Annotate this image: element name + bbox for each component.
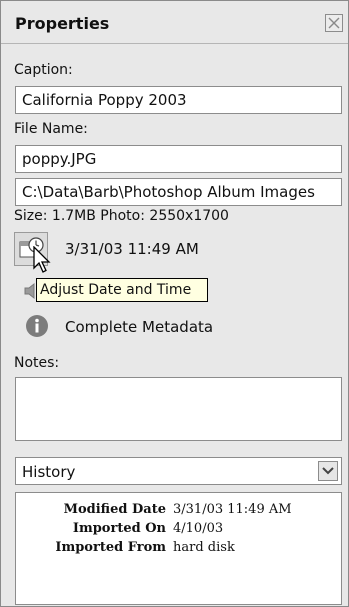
history-key: Imported From xyxy=(55,540,166,555)
history-value: 4/10/03 xyxy=(173,521,224,536)
date-value: 3/31/03 11:49 AM xyxy=(65,240,199,258)
notes-field[interactable] xyxy=(15,377,342,441)
history-dropdown[interactable]: History xyxy=(15,457,342,485)
history-table: Modified Date 3/31/03 11:49 AM Imported … xyxy=(15,492,342,605)
history-dropdown-button[interactable] xyxy=(318,461,338,481)
close-button[interactable] xyxy=(325,14,343,32)
history-key: Modified Date xyxy=(63,502,166,517)
history-key: Imported On xyxy=(72,521,166,536)
properties-panel: Properties Caption: California Poppy 200… xyxy=(0,0,349,607)
history-row: Imported On 4/10/03 xyxy=(16,521,336,541)
history-row: Imported From hard disk xyxy=(16,540,336,560)
caption-field[interactable]: California Poppy 2003 xyxy=(15,86,342,114)
history-row: Modified Date 3/31/03 11:49 AM xyxy=(16,502,336,522)
panel-titlebar: Properties xyxy=(1,1,348,44)
size-info: Size: 1.7MB Photo: 2550x1700 xyxy=(14,208,229,224)
history-dropdown-value: History xyxy=(22,463,76,481)
history-value: 3/31/03 11:49 AM xyxy=(173,502,292,517)
complete-metadata-link[interactable]: Complete Metadata xyxy=(65,318,213,336)
notes-label: Notes: xyxy=(14,355,60,371)
chevron-down-icon xyxy=(322,467,334,475)
file-name-label: File Name: xyxy=(14,121,88,137)
file-path-field: C:\Data\Barb\Photoshop Album Images xyxy=(15,178,342,206)
close-icon xyxy=(328,17,340,29)
caption-label: Caption: xyxy=(14,62,73,78)
mouse-cursor xyxy=(33,246,51,273)
adjust-date-tooltip: Adjust Date and Time xyxy=(36,278,208,302)
file-name-field[interactable]: poppy.JPG xyxy=(15,145,342,173)
panel-title: Properties xyxy=(15,14,110,33)
history-value: hard disk xyxy=(173,540,235,555)
info-icon xyxy=(26,315,48,337)
